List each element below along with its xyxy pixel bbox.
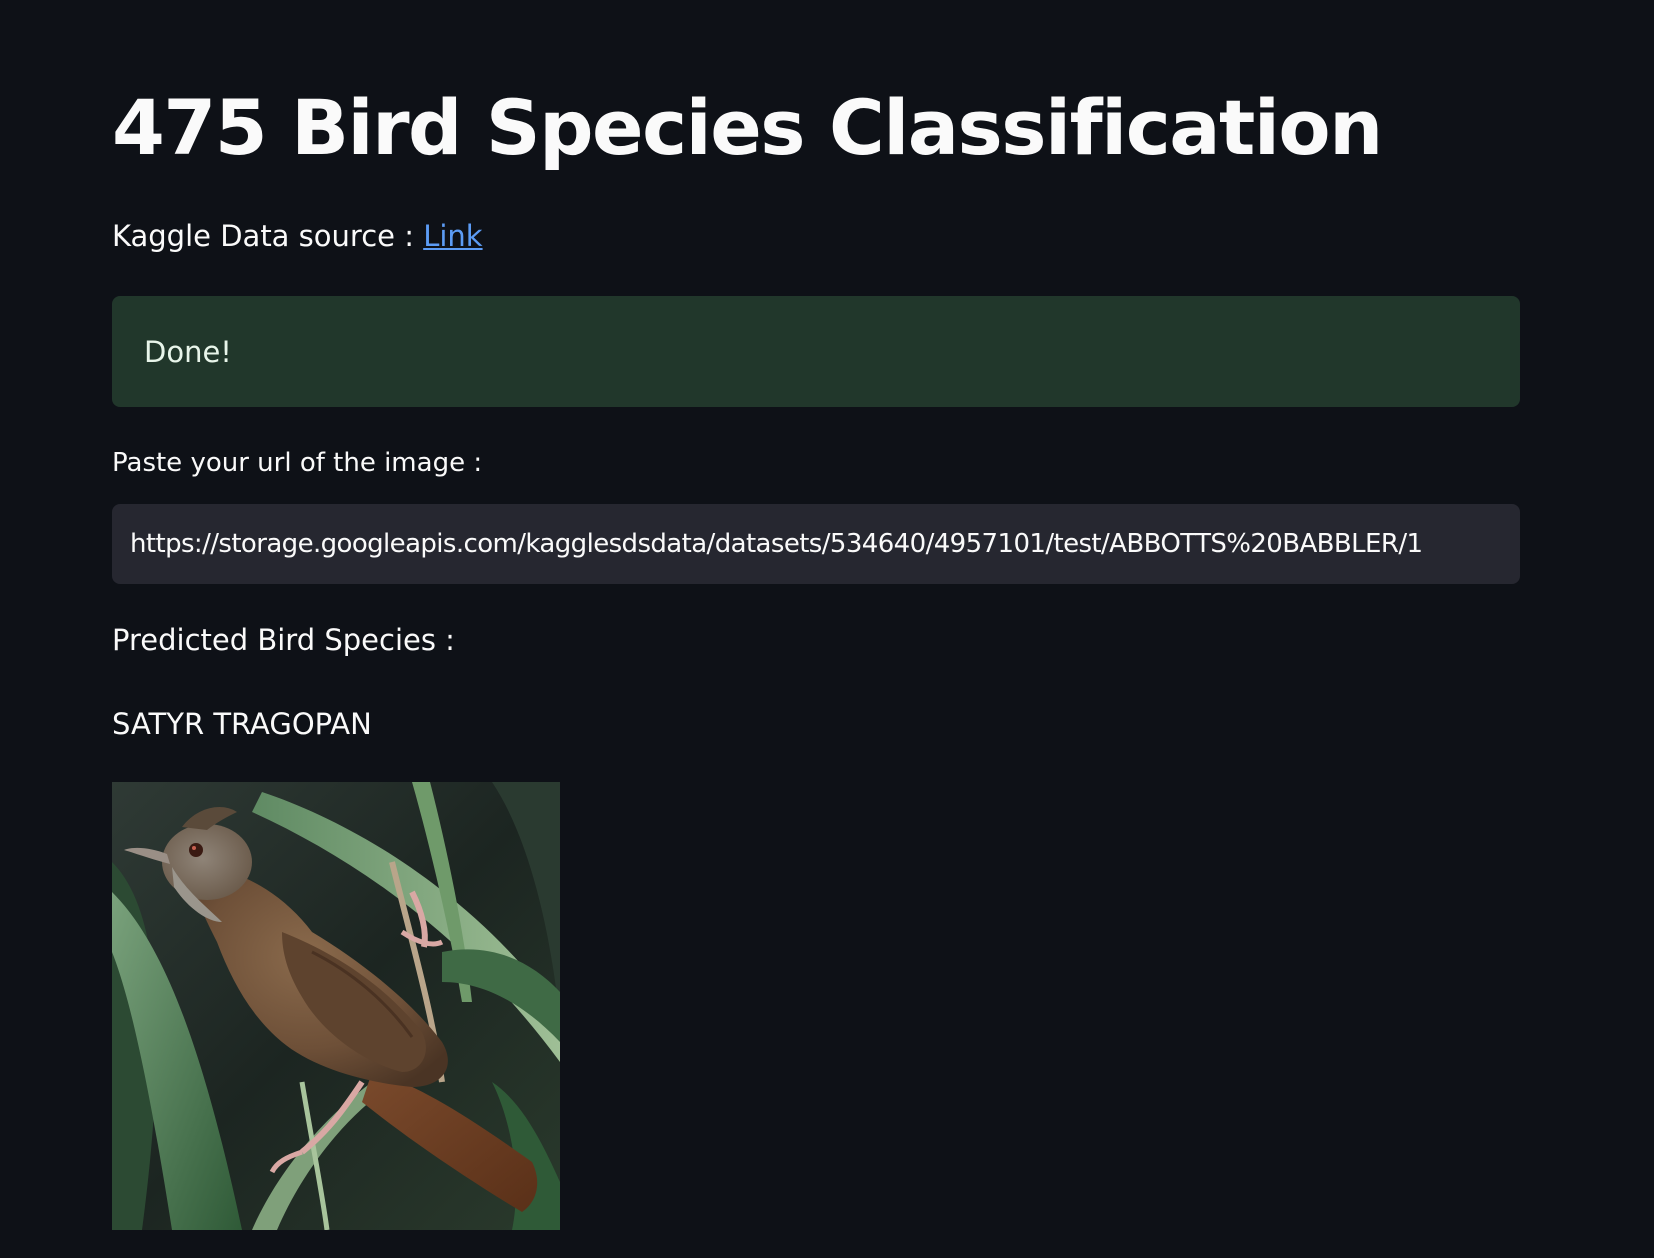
url-input[interactable] bbox=[130, 504, 1502, 584]
success-message: Done! bbox=[144, 334, 232, 369]
success-alert: Done! bbox=[112, 296, 1520, 407]
page-title: 475 Bird Species Classification bbox=[112, 83, 1383, 172]
url-input-container[interactable] bbox=[112, 504, 1520, 584]
bird-photo bbox=[112, 782, 560, 1230]
data-source-label: Kaggle Data source : bbox=[112, 219, 424, 253]
data-source-line: Kaggle Data source : Link bbox=[112, 216, 483, 256]
prediction-label: Predicted Bird Species : bbox=[112, 623, 455, 657]
prediction-value: SATYR TRAGOPAN bbox=[112, 707, 372, 741]
url-input-label: Paste your url of the image : bbox=[112, 448, 483, 478]
data-source-link[interactable]: Link bbox=[423, 219, 482, 253]
